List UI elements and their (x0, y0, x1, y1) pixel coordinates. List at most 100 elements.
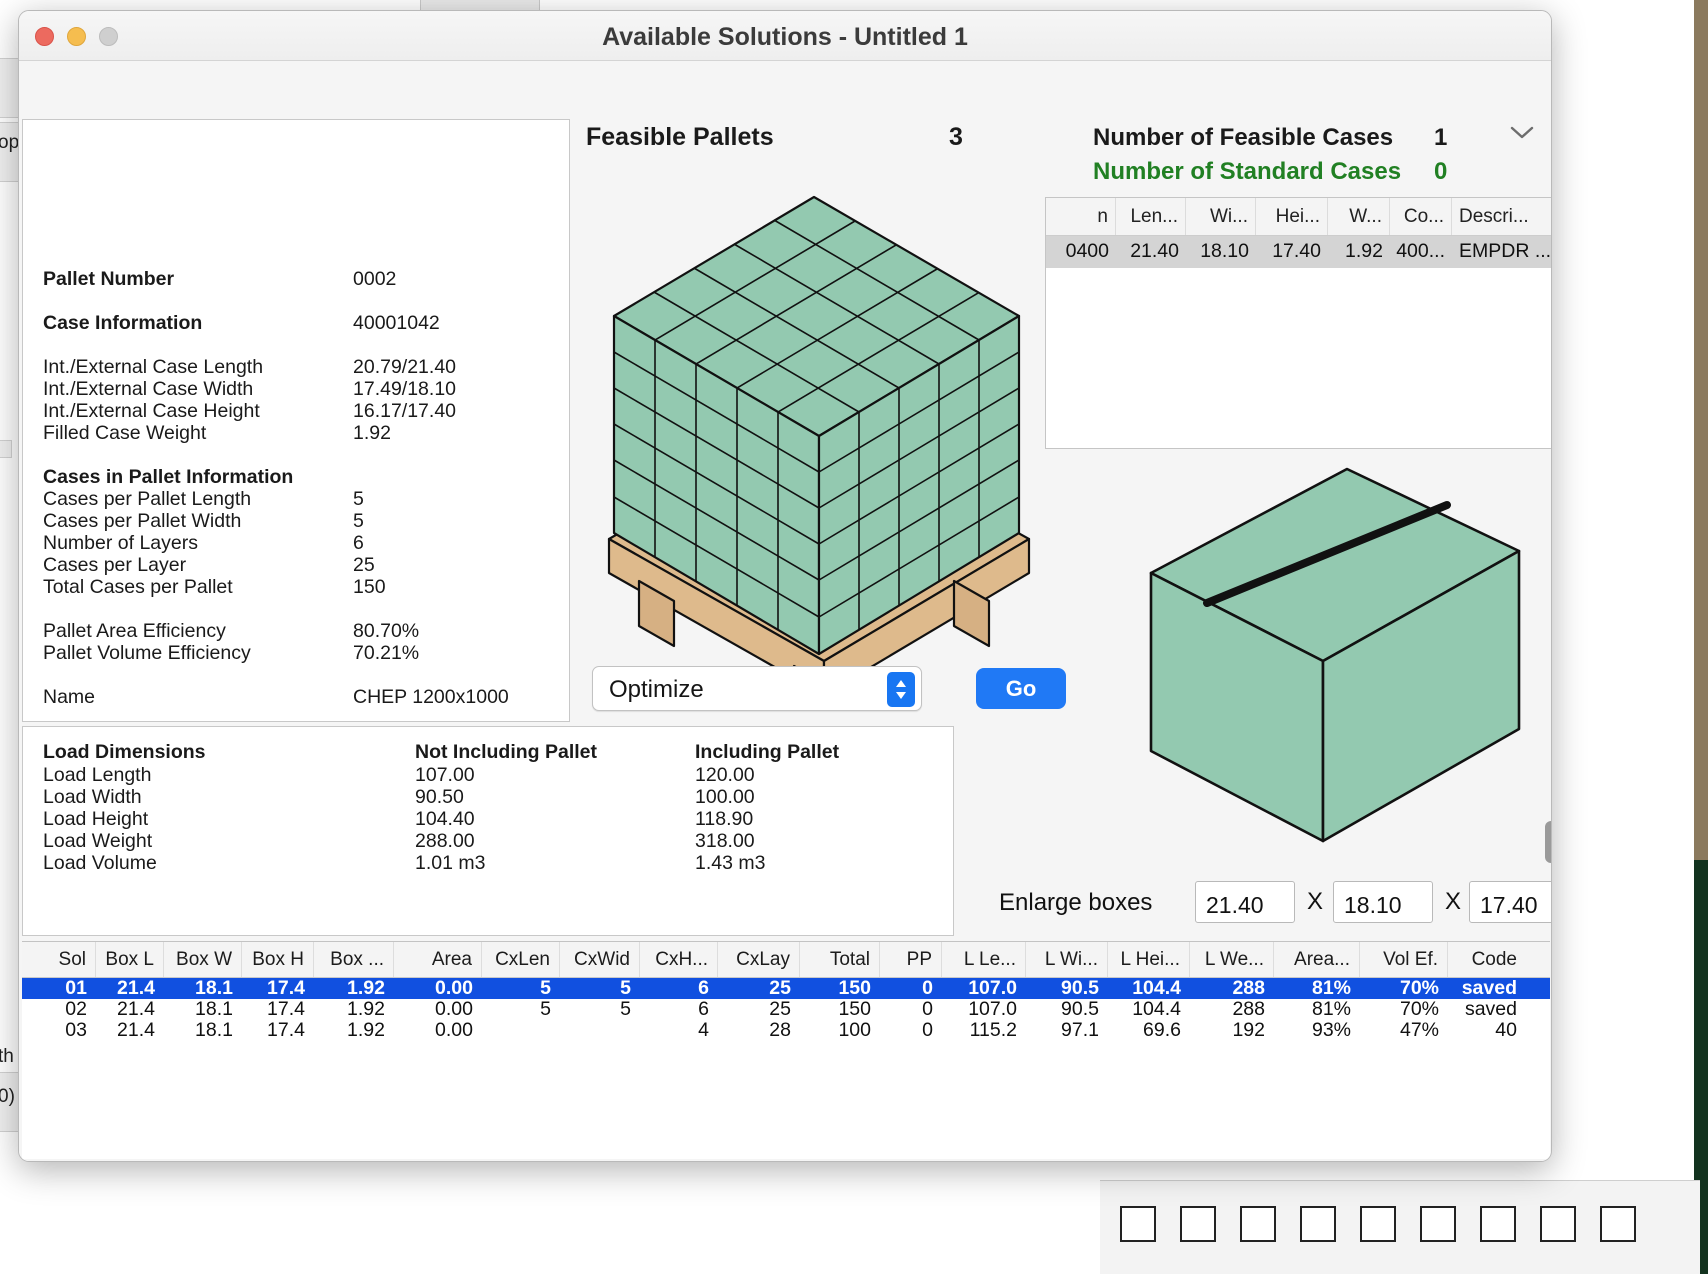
cell-box-w: 18.1 (195, 999, 233, 1020)
sol-col-l-hei[interactable]: L Hei... (1108, 942, 1190, 977)
chevron-updown-icon[interactable] (887, 672, 915, 707)
cell-l-wid: 90.5 (1061, 978, 1099, 999)
cell-l-wid: 90.5 (1061, 999, 1099, 1020)
pallet-name-label: Name (43, 686, 96, 708)
case-information-label: Case Information (43, 312, 203, 334)
filled-case-weight-label: Filled Case Weight (43, 422, 207, 444)
cell-box-l: 21.4 (117, 999, 155, 1020)
sol-col-box-h[interactable]: Box H (242, 942, 314, 977)
pallet-name-value: CHEP 1200x1000 (353, 686, 509, 708)
pallet-area-efficiency-label: Pallet Area Efficiency (43, 620, 226, 642)
vertical-scrollbar-thumb[interactable] (1545, 821, 1551, 863)
background-icon-2 (1180, 1206, 1216, 1242)
feasible-cases-table[interactable]: n Len... Wi... Hei... W... Co... Descri.… (1045, 197, 1551, 449)
cell-cxlay: 25 (769, 978, 791, 999)
cell-box-h: 17.4 (267, 978, 305, 999)
window-title: Available Solutions - Untitled 1 (602, 23, 968, 51)
sol-col-l-wei[interactable]: L We... (1190, 942, 1274, 977)
case-col-description[interactable]: Descri... (1452, 198, 1551, 235)
cell-cxwid (560, 1020, 640, 1041)
cell-code: saved (1464, 999, 1517, 1020)
pallet-3d-icon[interactable] (579, 161, 1059, 733)
case-height-label: Int./External Case Height (43, 400, 260, 422)
cell-sol: 02 (65, 999, 87, 1020)
cell-area: 0.00 (435, 999, 473, 1020)
enlarge-width-input[interactable] (1333, 881, 1433, 923)
case-cell-weight: 1.92 (1345, 240, 1383, 262)
table-row[interactable]: 01 21.4 18.1 17.4 1.92 0.00 5 5 6 25 150… (22, 978, 1550, 999)
cell-box-weight: 1.92 (347, 978, 385, 999)
pallet-info-panel: Pallet Number 0002 Case Information 4000… (22, 119, 570, 722)
box-3d-icon[interactable] (1079, 461, 1539, 861)
window-titlebar: Available Solutions - Untitled 1 (19, 11, 1551, 61)
sol-col-cxlay[interactable]: CxLay (718, 942, 800, 977)
chevron-down-icon[interactable] (1509, 123, 1535, 143)
case-cell-code: 400... (1396, 240, 1445, 262)
sol-col-cxlen[interactable]: CxLen (482, 942, 560, 977)
enlarge-boxes-label: Enlarge boxes (999, 889, 1153, 916)
load-volume-label: Load Volume (43, 852, 157, 874)
load-length-not-incl: 107.00 (415, 764, 475, 786)
solutions-table[interactable]: Sol Box L Box W Box H Box ... Area CxLen… (22, 941, 1550, 1159)
case-table-row[interactable]: 0400 21.40 18.10 17.40 1.92 400... EMPDR… (1046, 236, 1551, 268)
window-content: Pallet Number 0002 Case Information 4000… (19, 61, 1551, 1161)
case-col-code[interactable]: Co... (1390, 198, 1452, 235)
enlarge-height-input[interactable] (1469, 881, 1551, 923)
table-row[interactable]: 02 21.4 18.1 17.4 1.92 0.00 5 5 6 25 150… (22, 999, 1550, 1020)
case-col-length[interactable]: Len... (1116, 198, 1186, 235)
sol-col-sol[interactable]: Sol (22, 942, 96, 977)
cell-box-h: 17.4 (267, 999, 305, 1020)
cell-l-len: 107.0 (968, 978, 1017, 999)
cases-per-layer-label: Cases per Layer (43, 554, 187, 576)
load-weight-incl: 318.00 (695, 830, 755, 852)
table-row[interactable]: 03 21.4 18.1 17.4 1.92 0.00 4 28 100 0 1… (22, 1020, 1550, 1041)
optimize-select[interactable]: Optimize (592, 666, 922, 711)
sol-col-total[interactable]: Total (800, 942, 880, 977)
enlarge-length-input[interactable] (1195, 881, 1295, 923)
cell-cxlay: 28 (769, 1020, 791, 1041)
sol-col-box-w[interactable]: Box W (164, 942, 242, 977)
sol-col-box-weight[interactable]: Box ... (314, 942, 394, 977)
background-icon-5 (1360, 1206, 1396, 1242)
cell-total: 100 (838, 1020, 871, 1041)
cell-cxwid: 5 (620, 999, 631, 1020)
case-col-height[interactable]: Hei... (1256, 198, 1328, 235)
cell-cxlen: 5 (540, 978, 551, 999)
optimize-controls: Optimize Go (592, 666, 1066, 716)
case-width-label: Int./External Case Width (43, 378, 254, 400)
cell-vol-ef: 47% (1399, 1020, 1439, 1041)
go-button[interactable]: Go (976, 668, 1066, 709)
case-cell-width: 18.10 (1200, 240, 1249, 262)
background-icon-9 (1600, 1206, 1636, 1242)
including-pallet-heading: Including Pallet (695, 741, 840, 763)
sol-col-area-ef[interactable]: Area... (1274, 942, 1360, 977)
sol-col-code[interactable]: Code (1448, 942, 1526, 977)
case-col-width[interactable]: Wi... (1186, 198, 1256, 235)
cell-sol: 03 (65, 1020, 87, 1041)
load-width-incl: 100.00 (695, 786, 755, 808)
pallet-area-efficiency-value: 80.70% (353, 620, 420, 642)
background-text-fragment-2: th (0, 1046, 14, 1067)
cell-l-wid: 97.1 (1061, 1020, 1099, 1041)
background-icon-3 (1240, 1206, 1276, 1242)
sol-col-area[interactable]: Area (394, 942, 482, 977)
sol-col-cxhei[interactable]: CxH... (640, 942, 718, 977)
sol-col-l-len[interactable]: L Le... (942, 942, 1026, 977)
sol-col-box-l[interactable]: Box L (96, 942, 164, 977)
sol-col-cxwid[interactable]: CxWid (560, 942, 640, 977)
feasible-pallets-label: Feasible Pallets (586, 123, 774, 151)
case-col-weight[interactable]: W... (1328, 198, 1390, 235)
load-width-label: Load Width (43, 786, 142, 808)
cell-l-hei: 104.4 (1132, 978, 1181, 999)
total-cases-per-pallet-label: Total Cases per Pallet (43, 576, 233, 598)
cell-code: 40 (1495, 1020, 1517, 1041)
cell-vol-ef: 70% (1399, 999, 1439, 1020)
cell-box-w: 18.1 (195, 978, 233, 999)
cell-area: 0.00 (435, 978, 473, 999)
sol-col-pp[interactable]: PP (880, 942, 942, 977)
cell-cxlen: 5 (540, 999, 551, 1020)
case-col-n[interactable]: n (1046, 198, 1116, 235)
sol-col-vol-ef[interactable]: Vol Ef. (1360, 942, 1448, 977)
sol-col-l-wid[interactable]: L Wi... (1026, 942, 1108, 977)
solutions-table-header-row: Sol Box L Box W Box H Box ... Area CxLen… (22, 942, 1550, 978)
